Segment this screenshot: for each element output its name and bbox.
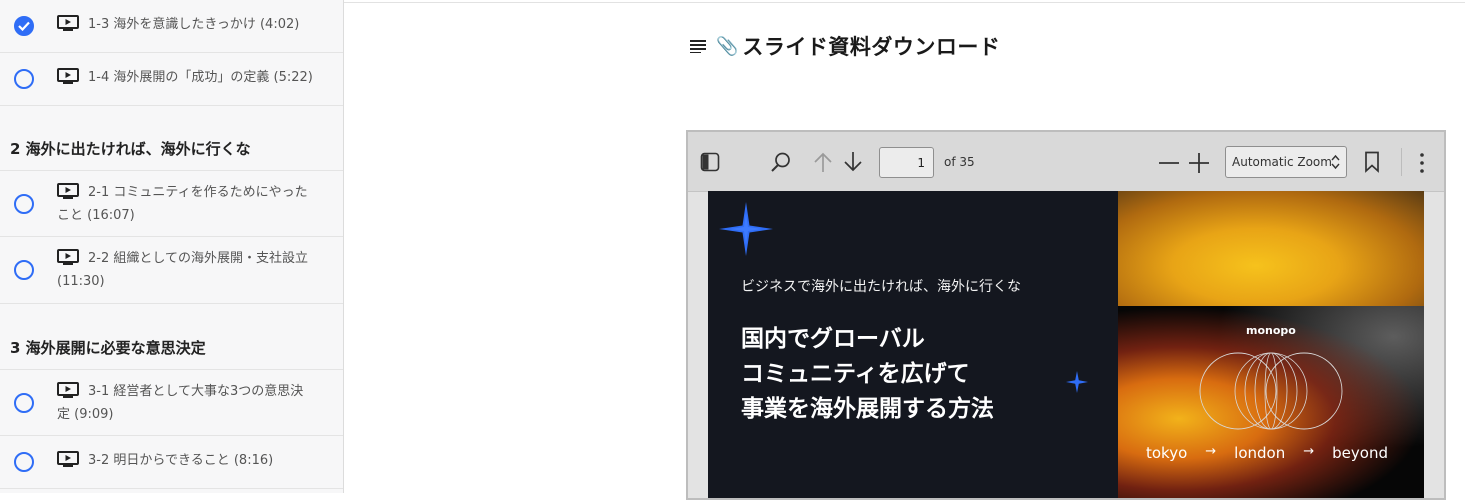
slide-title-line: コミュニティを広げて xyxy=(741,361,970,387)
slide-title-line: 国内でグローバル xyxy=(741,326,925,352)
arrow-right-icon: → xyxy=(1205,444,1217,459)
lecture-item[interactable]: 3-1 経営者として大事な3つの意思決 定 (9:09) xyxy=(0,369,343,436)
select-arrows-icon xyxy=(1331,154,1340,170)
circle-icon[interactable] xyxy=(13,193,34,214)
globe-icon xyxy=(1199,352,1343,430)
list-icon xyxy=(690,40,706,53)
sidebar-toggle-icon[interactable] xyxy=(700,152,720,172)
lecture-title: 3-2 明日からできること (8:16) xyxy=(88,453,274,468)
toolbar-separator xyxy=(1401,148,1402,176)
city-tokyo: tokyo xyxy=(1146,444,1188,462)
circle-icon[interactable] xyxy=(13,392,34,413)
lecture-item[interactable]: 1-4 海外展開の「成功」の定義 (5:22) xyxy=(0,53,343,106)
circle-icon[interactable] xyxy=(13,69,34,89)
zoom-in-icon[interactable] xyxy=(1188,152,1210,174)
city-journey: tokyo → london → beyond xyxy=(1146,444,1388,462)
lecture-item[interactable]: 2-1 コミュニティを作るためにやった こと (16:07) xyxy=(0,170,343,237)
arrow-up-icon[interactable] xyxy=(812,151,834,173)
page-count: of 35 xyxy=(944,155,975,169)
section-title: 2 海外に出たければ、海外に行くな xyxy=(10,140,251,158)
lecture-title: 1-4 海外展開の「成功」の定義 (5:22) xyxy=(88,70,313,85)
paperclip-icon: 📎 xyxy=(716,35,739,57)
slide-text-panel: ビジネスで海外に出たければ、海外に行くな 国内でグローバル コミュニティを広げて… xyxy=(708,191,1118,498)
brand-logo: monopo xyxy=(1246,324,1296,337)
page-heading: 📎 スライド資料ダウンロード xyxy=(690,30,1000,62)
slide-subtitle: ビジネスで海外に出たければ、海外に行くな xyxy=(741,279,1021,295)
lecture-title-line2: こと (16:07) xyxy=(57,208,135,223)
small-sparkle-icon xyxy=(1066,371,1088,393)
more-options-icon[interactable] xyxy=(1418,152,1426,174)
zoom-select[interactable]: Automatic Zoom xyxy=(1225,146,1347,178)
city-beyond: beyond xyxy=(1332,444,1388,462)
checkmark-icon[interactable] xyxy=(13,16,34,36)
lecture-item[interactable]: 2-2 組織としての海外展開・支社設立 (11:30) xyxy=(0,237,343,304)
heading-title: スライド資料ダウンロード xyxy=(742,35,1001,59)
completion-check xyxy=(0,53,47,105)
search-icon[interactable] xyxy=(770,151,792,173)
arrow-right-icon: → xyxy=(1303,444,1315,459)
lecture-title-line2: 定 (9:09) xyxy=(57,407,114,422)
course-sidebar: 1-3 海外を意識したきっかけ (4:02) 1-4 海外展開の「成功」の定義 … xyxy=(0,0,344,493)
completion-check xyxy=(0,370,47,435)
lecture-item[interactable]: 3-2 明日からできること (8:16) xyxy=(0,436,343,489)
video-play-icon xyxy=(57,183,79,199)
completion-check xyxy=(0,436,47,488)
section-title: 3 海外展開に必要な意思決定 xyxy=(10,339,206,357)
video-play-icon xyxy=(57,382,79,398)
bookmark-icon[interactable] xyxy=(1364,151,1380,173)
monopo-graphic: monopo tokyo → london → beyond xyxy=(1118,306,1424,498)
city-london: london xyxy=(1234,444,1286,462)
pdf-toolbar: of 35 Automatic Zoom xyxy=(688,132,1444,192)
lecture-title: 1-3 海外を意識したきっかけ (4:02) xyxy=(88,17,300,32)
gradient-image xyxy=(1118,191,1424,306)
zoom-value: Automatic Zoom xyxy=(1232,155,1332,169)
video-play-icon xyxy=(57,15,79,31)
lecture-title-line2: (11:30) xyxy=(57,274,105,289)
completion-check xyxy=(0,237,47,303)
arrow-down-icon[interactable] xyxy=(842,151,864,173)
zoom-out-icon[interactable] xyxy=(1158,152,1180,174)
page-number-input[interactable] xyxy=(879,147,934,178)
slide-page: ビジネスで海外に出たければ、海外に行くな 国内でグローバル コミュニティを広げて… xyxy=(708,191,1424,498)
lecture-title-line1: 2-2 組織としての海外展開・支社設立 xyxy=(88,251,308,266)
slide-main-title: 国内でグローバル コミュニティを広げて 事業を海外展開する方法 xyxy=(741,322,994,427)
circle-icon[interactable] xyxy=(13,452,34,472)
lecture-item[interactable]: 1-3 海外を意識したきっかけ (4:02) xyxy=(0,0,343,53)
sparkle-icon xyxy=(719,202,773,256)
slide-title-line: 事業を海外展開する方法 xyxy=(741,396,994,422)
completion-check xyxy=(0,0,47,52)
completion-check xyxy=(0,171,47,236)
circle-icon[interactable] xyxy=(13,260,34,280)
pdf-viewer[interactable]: of 35 Automatic Zoom xyxy=(686,130,1446,500)
top-divider xyxy=(344,2,1465,3)
video-play-icon xyxy=(57,249,79,265)
video-play-icon xyxy=(57,68,79,84)
lecture-title-line1: 3-1 経営者として大事な3つの意思決 xyxy=(88,384,304,399)
video-play-icon xyxy=(57,451,79,467)
lecture-title-line1: 2-1 コミュニティを作るためにやった xyxy=(88,185,308,200)
